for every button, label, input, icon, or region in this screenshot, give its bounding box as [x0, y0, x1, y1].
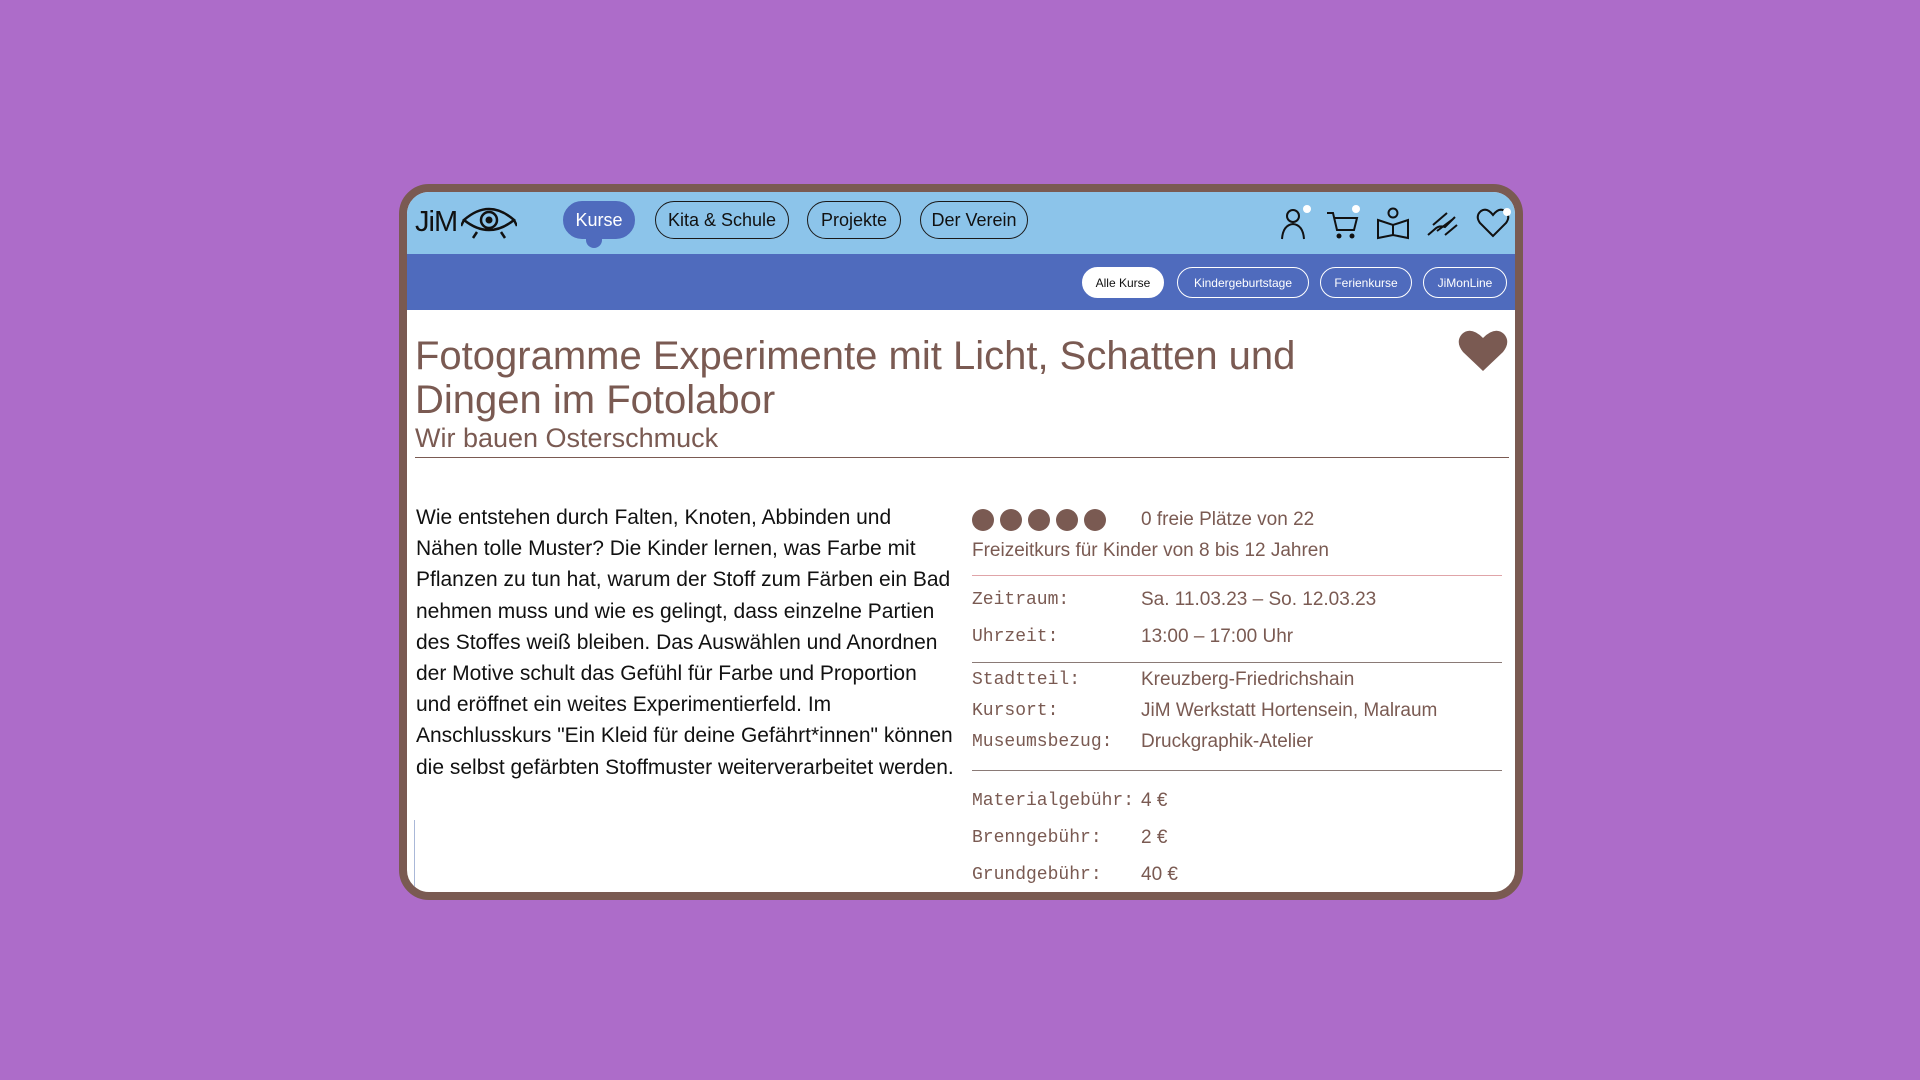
scroll-indicator-line	[414, 820, 415, 892]
nav-projekte[interactable]: Projekte	[807, 201, 901, 239]
book-icon[interactable]	[1375, 205, 1411, 241]
nav-der-verein[interactable]: Der Verein	[920, 201, 1028, 239]
museumsbezug-value: Druckgraphik-Atelier	[1141, 731, 1314, 752]
cart-notification-dot	[1352, 205, 1360, 213]
active-tab-indicator	[586, 238, 602, 248]
info-divider	[972, 575, 1502, 576]
course-audience: Freizeitkurs für Kinder von 8 bis 12 Jah…	[972, 540, 1329, 561]
browser-frame: JiM Kurse Kita & Schule Projekte Der Ver…	[399, 184, 1523, 900]
title-divider	[415, 457, 1509, 458]
donate-hand-icon[interactable]	[1425, 205, 1461, 241]
subnav-ferienkurse[interactable]: Ferienkurse	[1320, 267, 1412, 298]
stadtteil-value: Kreuzberg-Friedrichshain	[1141, 669, 1355, 690]
subnav-kindergeburtstage[interactable]: Kindergeburtstage	[1177, 267, 1309, 298]
course-description: Wie entstehen durch Falten, Knoten, Abbi…	[416, 506, 954, 779]
availability-dot	[1000, 509, 1022, 531]
availability-dot	[1084, 509, 1106, 531]
museumsbezug-label: Museumsbezug:	[972, 732, 1113, 752]
nav-kurse[interactable]: Kurse	[563, 201, 635, 239]
uhrzeit-label: Uhrzeit:	[972, 627, 1059, 647]
availability-dot	[972, 509, 994, 531]
course-title: Fotogramme Experimente mit Licht, Schatt…	[415, 334, 1296, 422]
zeitraum-value: Sa. 11.03.23 – So. 12.03.23	[1141, 589, 1377, 610]
brenngebuehr-value: 2 €	[1141, 827, 1168, 848]
subnav-alle-kurse[interactable]: Alle Kurse	[1082, 267, 1164, 298]
availability-dots	[972, 509, 1106, 531]
logo[interactable]: JiM	[415, 204, 518, 240]
materialgebuehr-value: 4 €	[1141, 790, 1168, 811]
sub-navigation: Alle Kurse Kindergeburtstage Ferienkurse…	[407, 254, 1515, 310]
nav-kita-schule[interactable]: Kita & Schule	[655, 201, 789, 239]
seats-available: 0 freie Plätze von 22	[1141, 509, 1315, 530]
materialgebuehr-label: Materialgebühr:	[972, 791, 1135, 811]
top-navigation: JiM Kurse Kita & Schule Projekte Der Ver…	[407, 192, 1515, 254]
availability-dot	[1028, 509, 1050, 531]
eye-icon	[461, 207, 518, 239]
availability-dot	[1056, 509, 1078, 531]
grundgebuehr-value: 40 €	[1141, 864, 1178, 885]
stadtteil-label: Stadtteil:	[972, 670, 1081, 690]
favorite-heart-icon[interactable]	[1457, 327, 1509, 373]
logo-text: JiM	[415, 205, 458, 238]
grundgebuehr-label: Grundgebühr:	[972, 865, 1102, 885]
zeitraum-label: Zeitraum:	[972, 590, 1070, 610]
uhrzeit-value: 13:00 – 17:00 Uhr	[1141, 626, 1294, 647]
brenngebuehr-label: Brenngebühr:	[972, 828, 1102, 848]
user-notification-dot	[1303, 205, 1311, 213]
kursort-value: JiM Werkstatt Hortensein, Malraum	[1141, 700, 1438, 721]
info-divider	[972, 662, 1502, 663]
course-subtitle: Wir bauen Osterschmuck	[415, 423, 719, 453]
info-divider	[972, 770, 1502, 771]
kursort-label: Kursort:	[972, 701, 1059, 721]
favorites-notification-dot	[1503, 208, 1511, 216]
subnav-jimonline[interactable]: JiMonLine	[1423, 267, 1507, 298]
